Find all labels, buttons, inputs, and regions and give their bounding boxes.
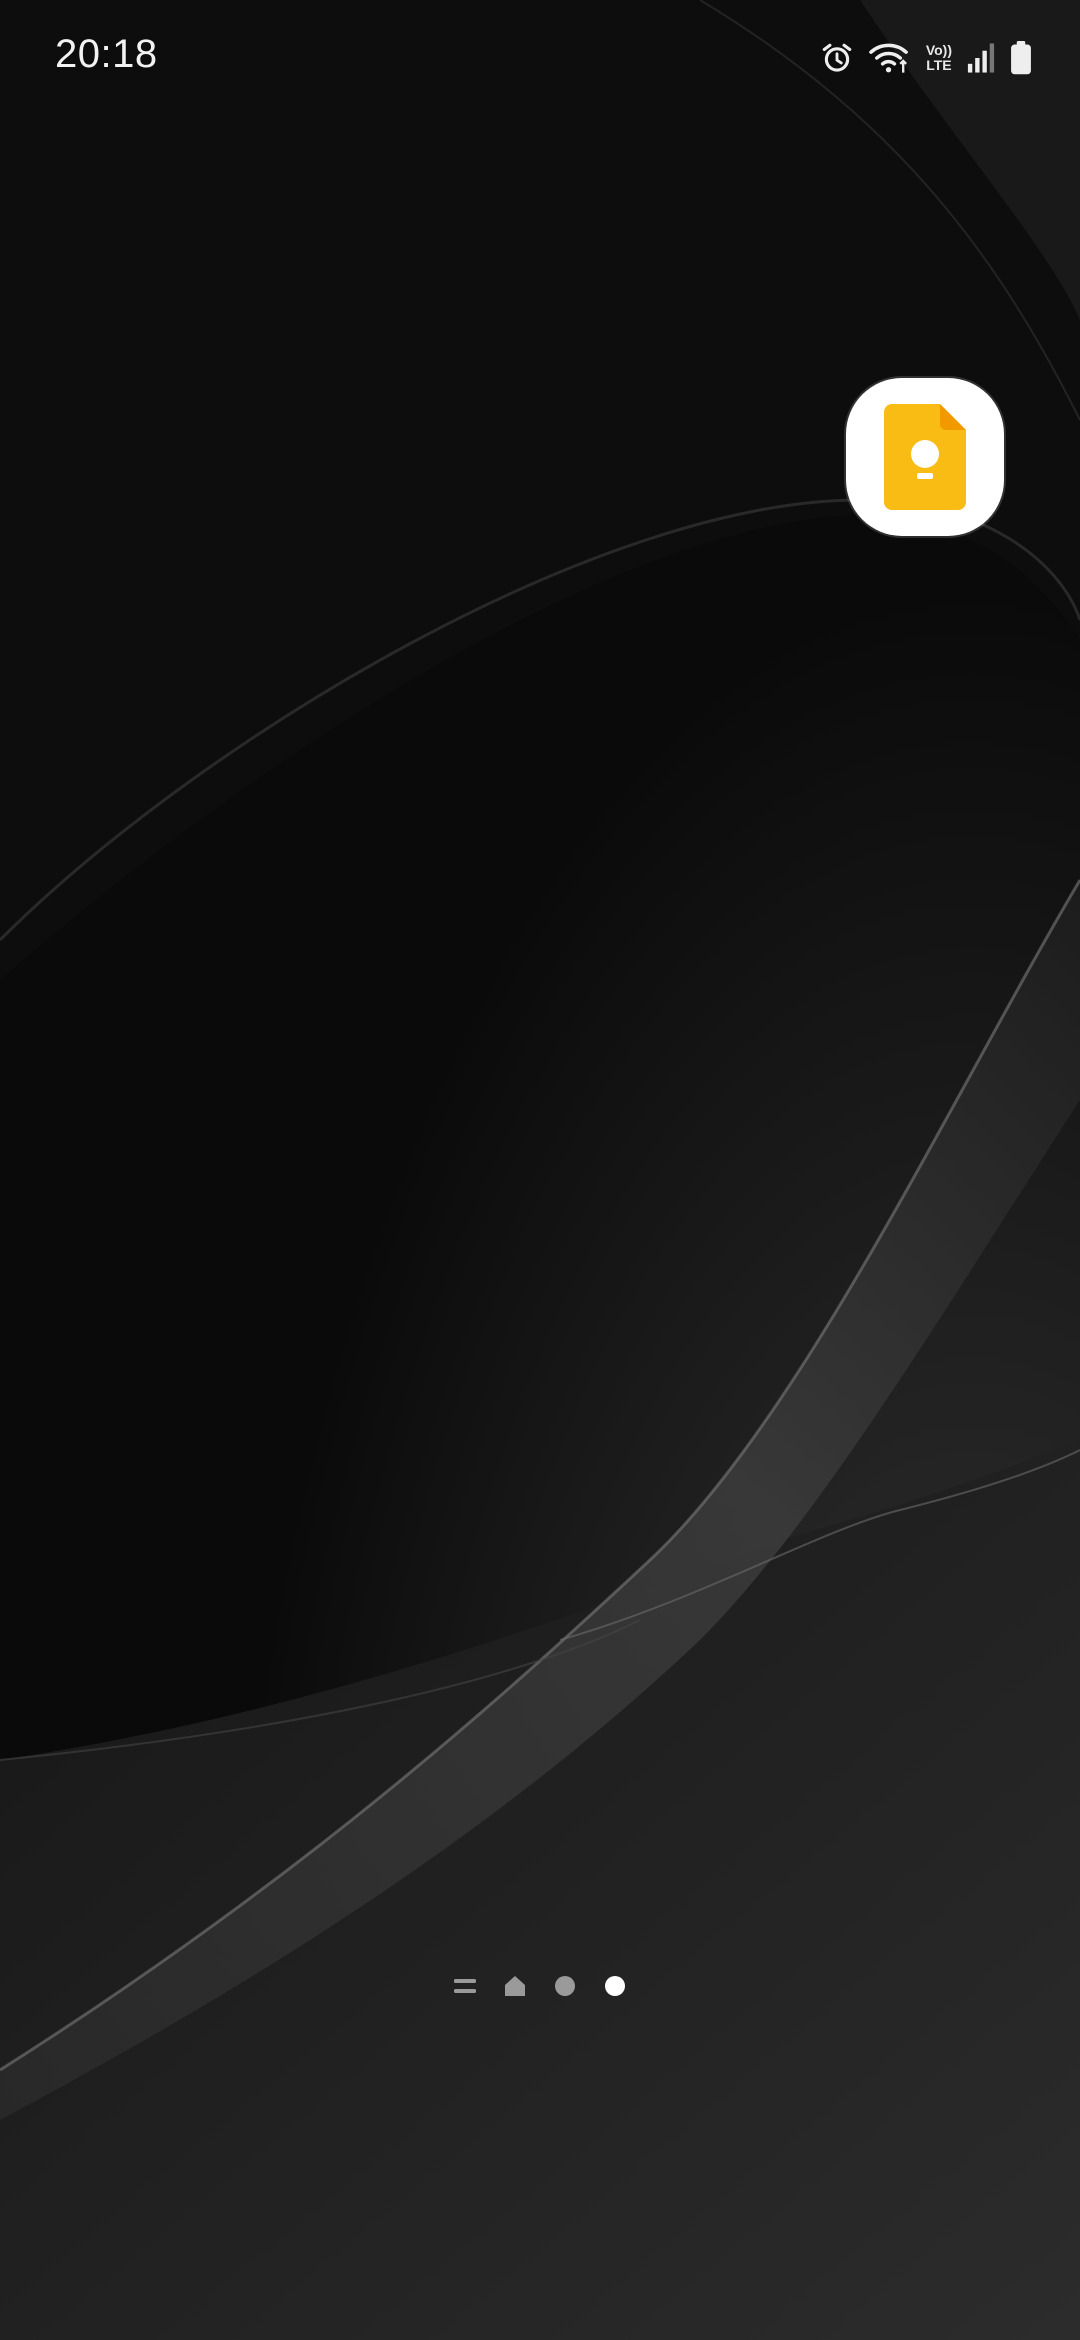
page-indicator: [0, 1966, 1080, 2006]
home-page-indicator-icon[interactable]: [504, 1975, 526, 1997]
status-bar: 20:18 Vo)) LTE: [0, 0, 1080, 112]
clock: 20:18: [55, 32, 158, 76]
status-icons: Vo)) LTE: [820, 36, 1032, 80]
signal-icon: [966, 42, 996, 74]
wifi-icon: [868, 40, 912, 76]
alarm-icon: [820, 41, 854, 75]
google-keep-app-icon[interactable]: [846, 378, 1004, 536]
page-3-indicator-dot[interactable]: [604, 1975, 626, 1997]
volte-top-label: Vo)): [925, 42, 952, 58]
battery-icon: [1010, 41, 1032, 75]
page-2-indicator-dot[interactable]: [554, 1975, 576, 1997]
menu-page-indicator-icon[interactable]: [454, 1975, 476, 1997]
volte-icon: Vo)) LTE: [926, 43, 952, 73]
volte-bottom-label: LTE: [926, 57, 952, 73]
google-keep-icon: [884, 404, 966, 510]
